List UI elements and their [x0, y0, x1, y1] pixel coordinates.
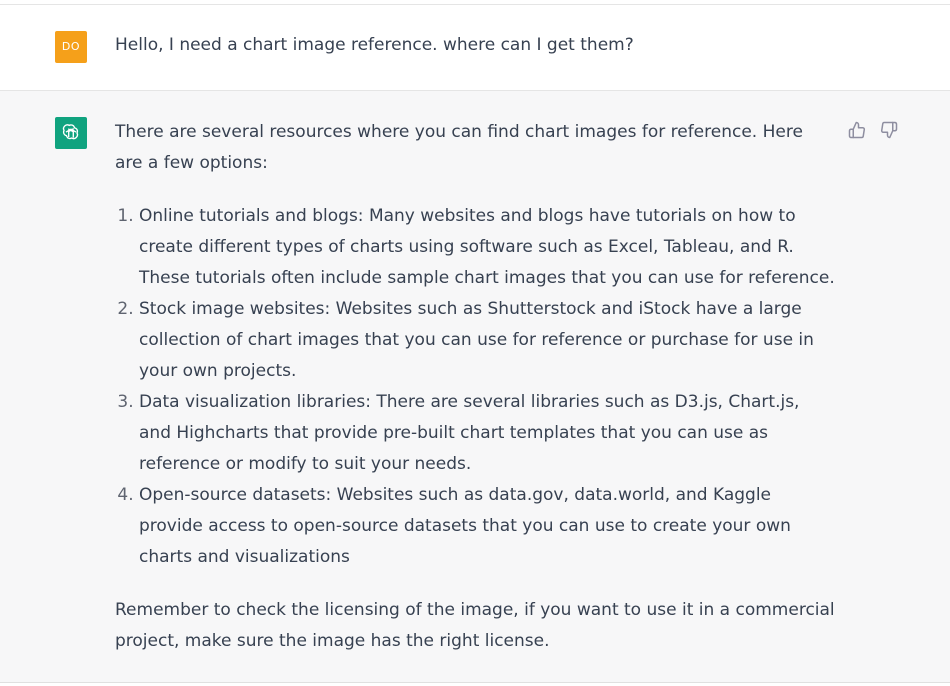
user-message-text: Hello, I need a chart image reference. w… — [115, 35, 634, 55]
assistant-intro: There are several resources where you ca… — [115, 122, 803, 173]
openai-logo-icon — [55, 117, 87, 149]
list-item: Stock image websites: Websites such as S… — [139, 294, 835, 387]
assistant-message-row: There are several resources where you ca… — [0, 91, 950, 683]
thumbs-down-icon[interactable] — [880, 121, 898, 139]
list-item: Online tutorials and blogs: Many website… — [139, 201, 835, 294]
user-message-row: DO Hello, I need a chart image reference… — [0, 5, 950, 91]
feedback-buttons — [848, 121, 898, 139]
assistant-closing: Remember to check the licensing of the i… — [115, 600, 835, 651]
list-item: Open-source datasets: Websites such as d… — [139, 480, 835, 573]
thumbs-up-icon[interactable] — [848, 121, 866, 139]
assistant-message-content: There are several resources where you ca… — [115, 117, 835, 657]
user-avatar: DO — [55, 31, 87, 63]
list-item: Data visualization libraries: There are … — [139, 387, 835, 480]
resource-list: Online tutorials and blogs: Many website… — [115, 201, 835, 573]
